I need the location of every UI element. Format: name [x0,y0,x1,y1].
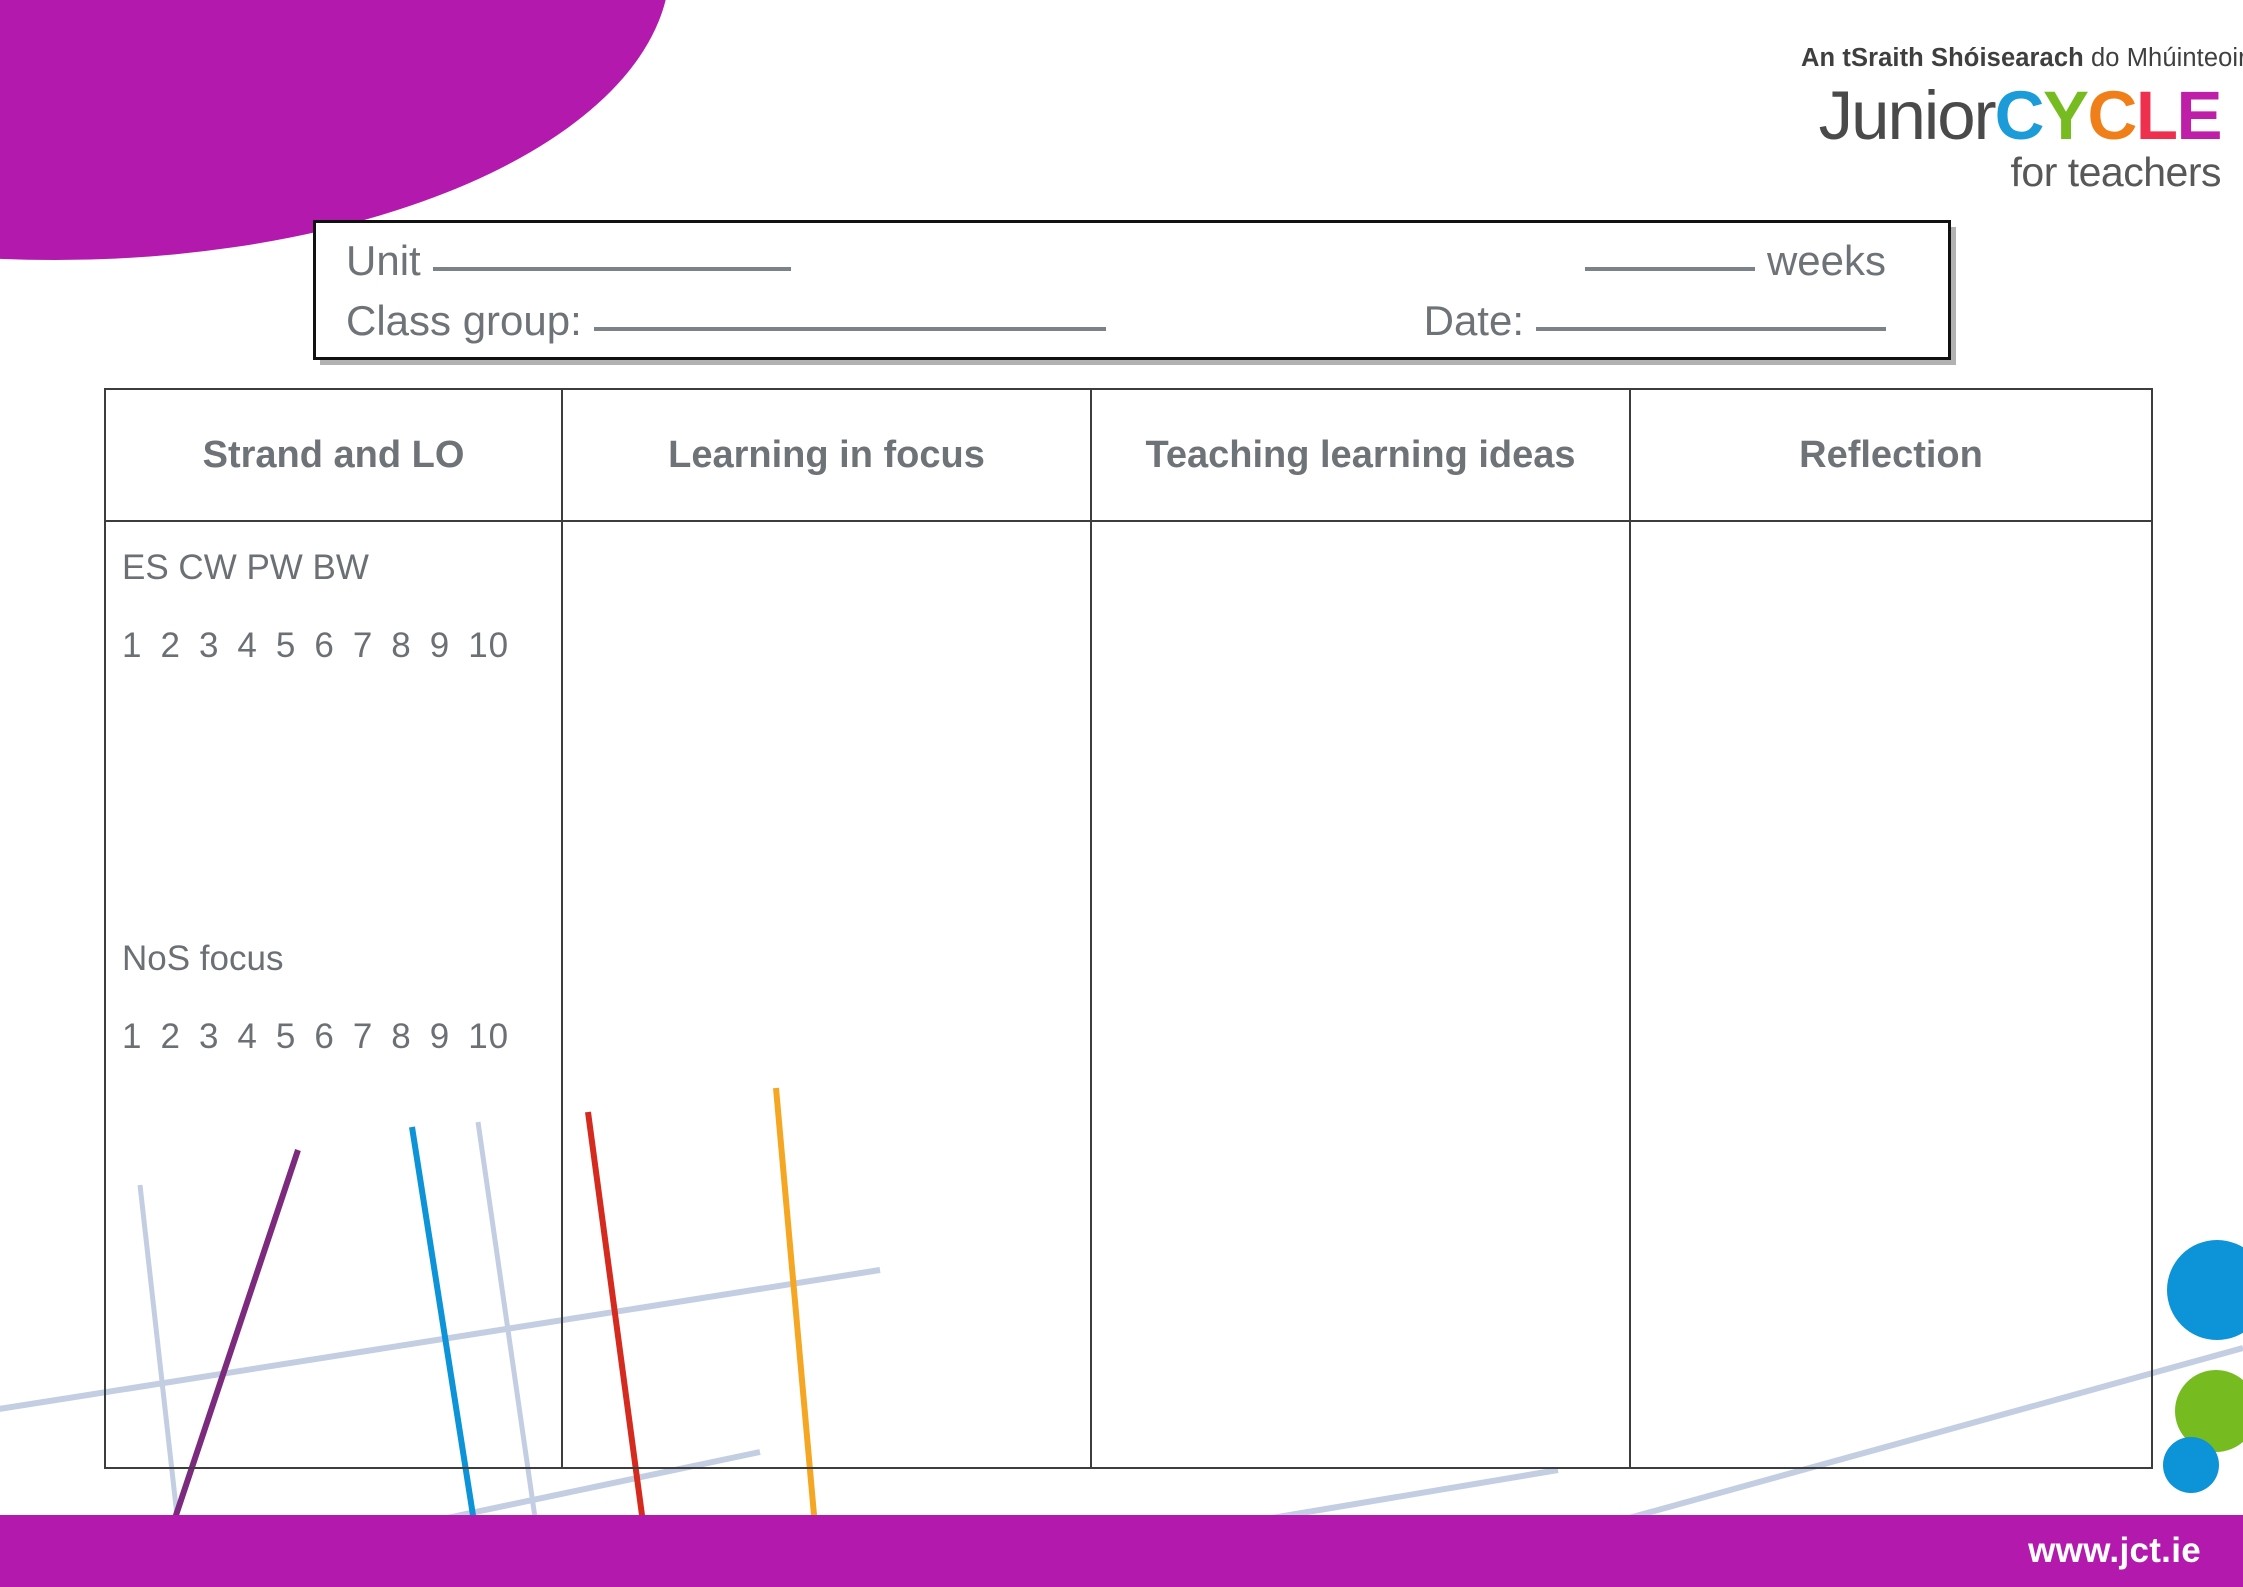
column-header-strand-and-lo: Strand and LO [104,388,563,522]
unit-plan-table: Strand and LO Learning in focus Teaching… [104,388,2153,1469]
strand-scale-5[interactable]: 5 [276,626,296,665]
nos-scale-3[interactable]: 3 [199,1017,219,1056]
weeks-label: weeks [1766,237,1886,284]
blue-dot-small [2163,1437,2219,1493]
logo-word-junior: Junior [1818,76,1997,154]
logo-tagline: An tSraith Shóisearach do Mhúinteoirí [1801,44,2243,72]
logo-tagline-bold: An tSraith Shóisearach [1801,44,2084,72]
strand-scale[interactable]: 1 2 3 4 5 6 7 8 9 10 [122,626,561,666]
nos-scale-9[interactable]: 9 [430,1017,450,1056]
slide-canvas: An tSraith Shóisearach do Mhúinteoirí Ju… [0,0,2243,1587]
strand-codes: ES CW PW BW [122,548,369,587]
class-group-blank-line[interactable] [593,327,1106,331]
nos-scale-6[interactable]: 6 [314,1017,334,1056]
unit-info-box: Unit weeks Class group: Date: [313,220,1951,360]
strand-scale-9[interactable]: 9 [430,626,450,665]
logo-letter-l: L [2135,76,2178,154]
logo-letter-e: E [2176,76,2222,154]
nos-scale-5[interactable]: 5 [276,1017,296,1056]
table-row: ES CW PW BW 1 2 3 4 5 6 7 8 9 10 NoS focus 123456… [104,520,2153,1469]
logo-letter-y: Y [2042,76,2089,154]
cell-strand-and-lo[interactable]: ES CW PW BW 1 2 3 4 5 6 7 8 9 10 NoS focus 123456… [104,520,563,1469]
logo-tagline-rest: do Mhúinteoirí [2083,44,2243,72]
nos-scale-7[interactable]: 7 [353,1017,373,1056]
info-row-unit: Unit weeks [334,237,1948,297]
blue-dot-large [2167,1240,2243,1340]
footer-bar: www.jct.ie [0,1515,2243,1587]
unit-field: Unit [346,237,791,285]
class-group-label: Class group: [346,297,582,344]
date-blank-line[interactable] [1536,327,1886,331]
cell-learning-in-focus[interactable] [561,520,1092,1469]
cell-reflection[interactable] [1629,520,2153,1469]
info-row-class-date: Class group: Date: [334,297,1948,357]
strand-scale-2[interactable]: 2 [160,626,180,665]
nos-scale-8[interactable]: 8 [391,1017,411,1056]
nos-scale-4[interactable]: 4 [237,1017,257,1056]
logo-letter-c2: C [2087,76,2137,154]
unit-label: Unit [346,237,421,284]
cell-teaching-learning-ideas[interactable] [1090,520,1631,1469]
strand-scale-3[interactable]: 3 [199,626,219,665]
nos-scale-2[interactable]: 2 [160,1017,180,1056]
nos-scale-10[interactable]: 10 [468,1017,509,1056]
column-header-learning-in-focus: Learning in focus [561,388,1092,522]
unit-blank-line[interactable] [432,267,791,271]
date-field: Date: [1424,297,1886,345]
strand-scale-4[interactable]: 4 [237,626,257,665]
date-label: Date: [1423,297,1524,344]
logo-subtitle: for teachers [2010,148,2222,195]
logo-letter-c1: C [1994,76,2045,154]
column-header-teaching-learning-ideas: Teaching learning ideas [1090,388,1631,522]
nos-scale-1[interactable]: 1 [122,1017,142,1056]
class-group-field: Class group: [346,297,1106,345]
weeks-blank-line[interactable] [1584,267,1755,271]
jct-logo: An tSraith Shóisearach do Mhúinteoirí Ju… [1801,44,2243,195]
column-header-reflection: Reflection [1629,388,2153,522]
footer-website-url[interactable]: www.jct.ie [2028,1531,2201,1571]
nos-scale[interactable]: 1 2 3 4 5 6 7 8 9 10 [122,1017,561,1057]
nos-focus-label: NoS focus [122,939,284,978]
strand-scale-1[interactable]: 1 [122,626,142,665]
strand-scale-7[interactable]: 7 [353,626,373,665]
logo-wordmark: JuniorCYCLE [1801,81,2223,150]
strand-scale-10[interactable]: 10 [468,626,509,665]
strand-scale-8[interactable]: 8 [391,626,411,665]
strand-spacer [122,666,561,939]
weeks-field: weeks [1584,237,1886,285]
strand-cell-content: ES CW PW BW 1 2 3 4 5 6 7 8 9 10 NoS focus 123456… [106,522,561,1057]
table-header-row: Strand and LO Learning in focus Teaching… [104,388,2153,522]
strand-scale-6[interactable]: 6 [314,626,334,665]
